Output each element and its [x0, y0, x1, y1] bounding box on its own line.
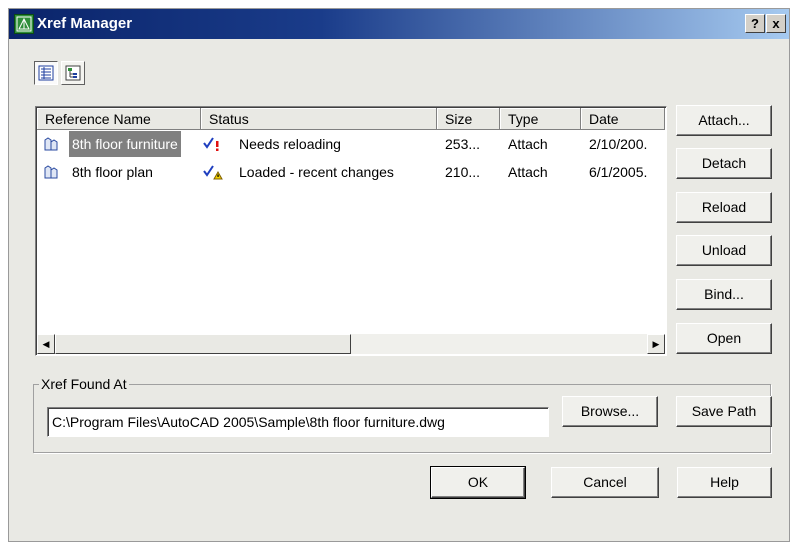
horizontal-scrollbar[interactable]: ◀ ▶ [37, 334, 665, 354]
list-view-button[interactable] [34, 61, 58, 85]
attach-button[interactable]: Attach... [676, 105, 772, 136]
scroll-right-button[interactable]: ▶ [647, 334, 665, 354]
reference-name[interactable]: 8th floor plan [72, 159, 153, 185]
help-button[interactable]: Help [677, 467, 772, 498]
needs-reloading-icon [203, 136, 223, 155]
scroll-left-button[interactable]: ◀ [37, 334, 55, 354]
arrow-left-icon: ◀ [42, 339, 50, 349]
reference-type: Attach [508, 136, 548, 152]
column-header-type[interactable]: Type [500, 108, 581, 130]
reference-date: 2/10/200. [589, 136, 648, 152]
save-path-button[interactable]: Save Path [676, 396, 772, 427]
reference-size: 210... [445, 164, 481, 180]
reference-status: Needs reloading [239, 136, 341, 152]
reference-name[interactable]: 8th floor furniture [69, 131, 181, 157]
xref-attach-icon [43, 136, 61, 155]
xref-found-at-label: Xref Found At [39, 376, 129, 392]
window-title: Xref Manager [37, 15, 133, 32]
detach-button[interactable]: Detach [676, 148, 772, 179]
close-button[interactable]: x [766, 14, 786, 33]
open-button[interactable]: Open [676, 323, 772, 354]
table-row[interactable]: 8th floor plan Loaded - recent changes 2… [37, 159, 665, 185]
unload-button[interactable]: Unload [676, 235, 772, 266]
reference-type: Attach [508, 164, 548, 180]
list-view-icon [35, 65, 57, 81]
xref-list[interactable]: Reference Name Status Size Type Date 8th… [35, 106, 667, 356]
arrow-right-icon: ▶ [652, 339, 660, 349]
recent-changes-icon [203, 164, 223, 183]
help-title-button[interactable]: ? [745, 14, 765, 33]
found-at-path-field[interactable]: C:\Program Files\AutoCAD 2005\Sample\8th… [47, 407, 549, 437]
ok-button[interactable]: OK [430, 466, 526, 499]
column-header-reference-name[interactable]: Reference Name [37, 108, 201, 130]
list-header: Reference Name Status Size Type Date [37, 108, 665, 130]
xref-attach-icon [43, 164, 61, 183]
reference-size: 253... [445, 136, 481, 152]
bind-button[interactable]: Bind... [676, 279, 772, 310]
table-row[interactable]: 8th floor furniture Needs reloading 253.… [37, 131, 665, 157]
reference-date: 6/1/2005. [589, 164, 648, 180]
tree-view-icon [62, 65, 84, 81]
cancel-button[interactable]: Cancel [551, 467, 659, 498]
xref-manager-dialog: Xref Manager ? x Reference Name Status S… [8, 8, 790, 542]
reference-status: Loaded - recent changes [239, 164, 394, 180]
column-header-status[interactable]: Status [201, 108, 437, 130]
column-header-date[interactable]: Date [581, 108, 665, 130]
browse-button[interactable]: Browse... [562, 396, 658, 427]
reload-button[interactable]: Reload [676, 192, 772, 223]
title-bar[interactable]: Xref Manager ? x [9, 9, 789, 39]
xref-app-icon [14, 14, 34, 34]
column-header-size[interactable]: Size [437, 108, 500, 130]
scroll-thumb[interactable] [55, 334, 351, 354]
tree-view-button[interactable] [61, 61, 85, 85]
